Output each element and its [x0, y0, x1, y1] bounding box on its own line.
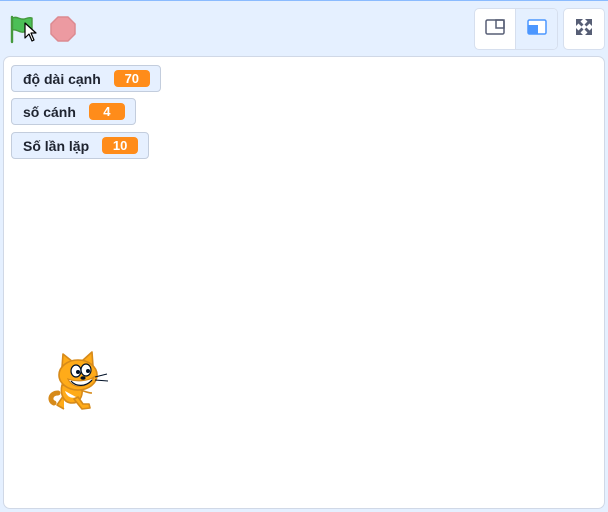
stage[interactable]: độ dài cạnh 70 số cánh 4 Số lần lặp 10: [3, 56, 605, 509]
variable-monitor[interactable]: Số lần lặp 10: [11, 132, 150, 159]
fullscreen-icon: [574, 17, 594, 42]
variable-value: 70: [113, 70, 150, 87]
variable-label: Số lần lặp: [23, 137, 90, 154]
variable-monitor[interactable]: số cánh 4: [11, 98, 136, 125]
variable-value: 4: [88, 103, 125, 120]
variable-value: 10: [102, 137, 139, 154]
stage-size-toggle: [474, 8, 558, 50]
large-stage-icon: [526, 18, 547, 40]
mouse-cursor-icon: [24, 22, 38, 42]
variable-label: độ dài cạnh: [23, 70, 101, 87]
stage-toolbar: [0, 0, 608, 56]
stop-sign-icon[interactable]: [48, 14, 78, 44]
fullscreen-button[interactable]: [563, 8, 605, 50]
variable-label: số cánh: [23, 103, 76, 120]
small-stage-icon: [485, 18, 505, 40]
small-stage-button[interactable]: [475, 9, 517, 49]
large-stage-button[interactable]: [516, 9, 557, 49]
variable-monitor[interactable]: độ dài cạnh 70: [11, 65, 161, 92]
scratch-cat-sprite[interactable]: [48, 351, 114, 419]
